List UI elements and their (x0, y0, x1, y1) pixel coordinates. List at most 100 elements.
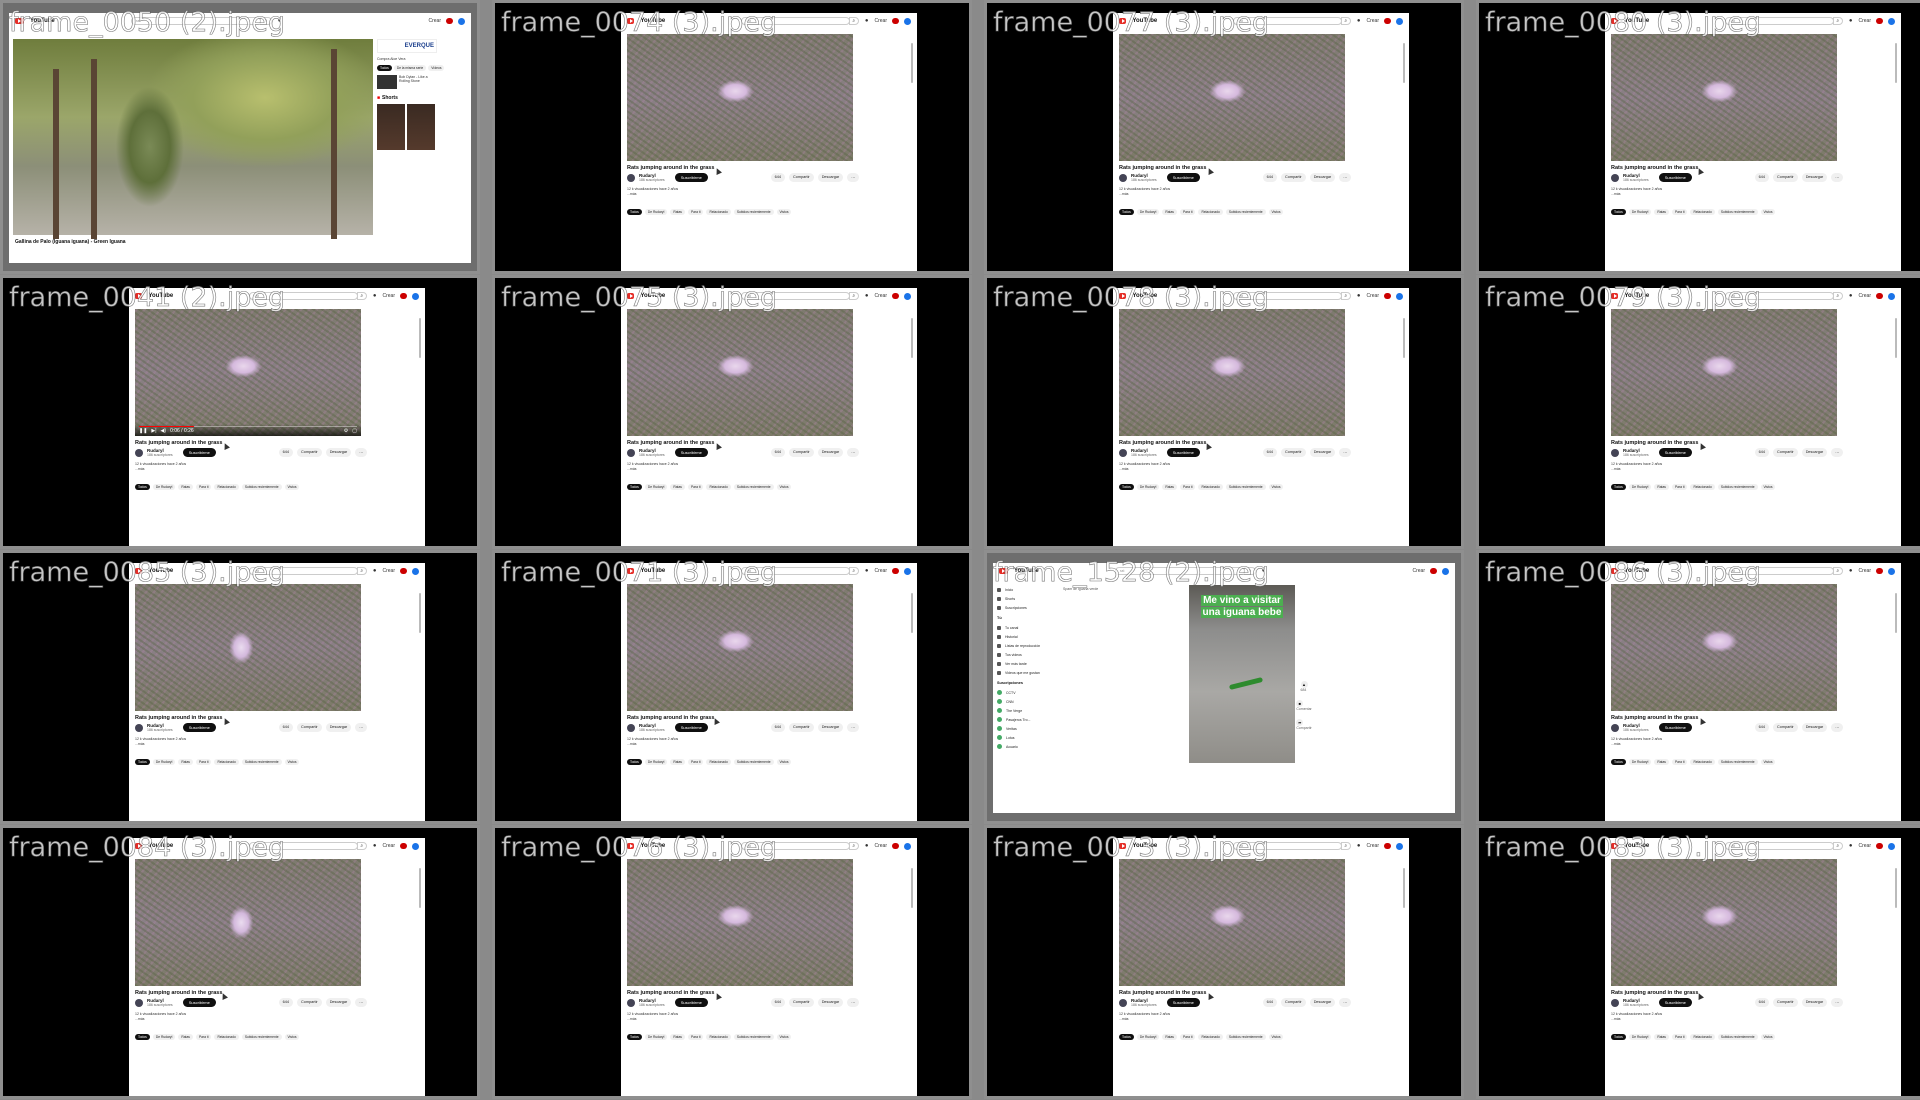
video-player[interactable] (1611, 859, 1837, 986)
mic-icon[interactable]: ● (1357, 293, 1361, 299)
more-icon[interactable]: ⋯ (847, 723, 859, 732)
short-thumbnail[interactable] (407, 104, 435, 150)
chip-6[interactable]: Vistos (1760, 209, 1776, 215)
download-button[interactable]: Descargar (325, 998, 352, 1007)
video-player[interactable] (627, 584, 853, 711)
video-player[interactable] (1119, 309, 1345, 436)
create-button[interactable]: Crear (874, 18, 887, 24)
chip-6[interactable]: Vistos (284, 759, 300, 765)
chip-0[interactable]: Todos (627, 759, 642, 765)
chip-4[interactable]: Relacionado (706, 759, 731, 765)
mic-icon[interactable]: ● (865, 843, 869, 849)
download-button[interactable]: Descargar (817, 448, 844, 457)
chip-4[interactable]: Relacionado (1690, 209, 1715, 215)
video-player[interactable] (627, 309, 853, 436)
notifications-icon[interactable] (446, 18, 453, 24)
search-input[interactable]: rat (1233, 842, 1342, 850)
avatar[interactable] (1396, 292, 1403, 300)
mic-icon[interactable]: ● (1849, 843, 1853, 849)
youtube-logo-icon[interactable] (1611, 843, 1619, 849)
search-icon[interactable]: ⌕ (356, 567, 367, 575)
search-icon[interactable]: ⌕ (259, 17, 272, 25)
youtube-brand[interactable]: YouTube (148, 568, 173, 574)
channel-avatar[interactable] (135, 448, 143, 457)
subscribe-button[interactable]: Suscribirme (674, 448, 708, 457)
search-input[interactable]: rat (130, 17, 261, 25)
chip-1[interactable]: De Rudaryl (1628, 759, 1652, 765)
chip-5[interactable]: Subidos recientemente (1717, 1034, 1758, 1040)
more-link[interactable]: ...más (627, 1017, 853, 1022)
youtube-logo-icon[interactable] (1119, 293, 1127, 299)
frame-tile[interactable]: YouTube rat ⌕ ● Crear Rats jumping around in … (492, 550, 972, 824)
download-button[interactable]: Descargar (817, 173, 844, 182)
chip-5[interactable]: Subidos recientemente (733, 209, 774, 215)
youtube-logo-icon[interactable] (627, 568, 635, 574)
subscribe-button[interactable]: Suscribirme (674, 173, 708, 182)
chip-0[interactable]: Todos (1611, 484, 1626, 490)
video-player[interactable] (13, 39, 373, 239)
sidebar-you-item-1[interactable]: Historial (997, 632, 1067, 641)
frame-tile[interactable]: YouTube rat ⌕ ● Crear Rats jumping around in … (492, 825, 972, 1099)
chip-2[interactable]: Ratas (670, 484, 685, 490)
chip-3[interactable]: Para ti (1671, 484, 1688, 490)
channel-avatar[interactable] (1611, 723, 1619, 732)
create-button[interactable]: Crear (874, 293, 887, 299)
create-button[interactable]: Crear (428, 18, 441, 24)
search-input[interactable]: rat (741, 292, 850, 300)
chip-2[interactable]: Ratas (1162, 1034, 1177, 1040)
youtube-brand[interactable]: YouTube (1624, 293, 1649, 299)
chip-4[interactable]: Relacionado (214, 1034, 239, 1040)
chip-5[interactable]: Subidos recientemente (1225, 209, 1266, 215)
chip-6[interactable]: Vistos (776, 759, 792, 765)
chip-3[interactable]: Para ti (1671, 759, 1688, 765)
description-box[interactable]: 12 k visualizaciones hace 2 años ...más (627, 187, 853, 197)
youtube-brand[interactable]: YouTube (148, 293, 173, 299)
you-heading[interactable]: Tú (997, 616, 1067, 623)
search-input[interactable]: rat (249, 842, 358, 850)
more-icon[interactable]: ⋯ (1831, 723, 1843, 732)
frame-tile[interactable]: YouTube rat ⌕ ● Crear Rats jumping around in … (1476, 275, 1920, 549)
notifications-icon[interactable] (1876, 568, 1883, 574)
notifications-icon[interactable] (400, 568, 407, 574)
chip-6[interactable]: Vistos (1268, 1034, 1284, 1040)
chip-3[interactable]: Para ti (687, 759, 704, 765)
mic-icon[interactable]: ● (1849, 293, 1853, 299)
subscribe-button[interactable]: Suscribirme (1166, 998, 1200, 1007)
notifications-icon[interactable] (1876, 843, 1883, 849)
youtube-logo-icon[interactable] (627, 843, 635, 849)
like-button[interactable]: 644 (1262, 448, 1278, 457)
notifications-icon[interactable] (1876, 293, 1883, 299)
like-button[interactable]: 644 (1754, 723, 1770, 732)
chip-0[interactable]: Todos (627, 209, 642, 215)
search-icon[interactable]: ⌕ (1832, 842, 1843, 850)
youtube-logo-icon[interactable] (1119, 843, 1127, 849)
video-player[interactable]: ❚❚ ▶| ◀) 0:06 / 0:26 ⚙ ▢ (135, 309, 361, 436)
avatar[interactable] (1888, 17, 1895, 25)
frame-tile[interactable]: YouTube rat ⌕ ● Crear Inicio Shorts Suscripcion… (984, 550, 1464, 824)
share-button[interactable]: Compartir (1773, 448, 1798, 457)
scrollbar[interactable] (1403, 318, 1405, 358)
notifications-icon[interactable] (892, 18, 899, 24)
like-button[interactable]: 644 (278, 998, 294, 1007)
shorts-player[interactable]: Me vino a visitar una iguana bebe (1189, 585, 1295, 763)
chip-2[interactable]: Ratas (178, 484, 193, 490)
chip-0[interactable]: Todos (1119, 484, 1134, 490)
chip-0[interactable]: Todos (135, 759, 150, 765)
youtube-logo-icon[interactable] (1611, 293, 1619, 299)
chip-0[interactable]: Todos (1119, 1034, 1134, 1040)
chip-1[interactable]: De Rudaryl (1136, 484, 1160, 490)
scrollbar[interactable] (1403, 868, 1405, 908)
more-link[interactable]: ...más (1611, 467, 1837, 472)
more-link[interactable]: ...más (627, 192, 853, 197)
chip-5[interactable]: Subidos recientemente (241, 1034, 282, 1040)
search-icon[interactable]: ⌕ (1340, 842, 1351, 850)
chip-1[interactable]: De Rudaryl (152, 484, 176, 490)
chip-4[interactable]: Relacionado (1690, 484, 1715, 490)
subscribe-button[interactable]: Suscribirme (674, 998, 708, 1007)
more-link[interactable]: ...más (627, 742, 853, 747)
youtube-logo-icon[interactable] (15, 18, 24, 24)
like-button[interactable]: 644 (1754, 173, 1770, 182)
chip-3[interactable]: Para ti (1179, 1034, 1196, 1040)
mic-icon[interactable]: ● (865, 18, 869, 24)
subscribe-button[interactable]: Suscribirme (1166, 173, 1200, 182)
